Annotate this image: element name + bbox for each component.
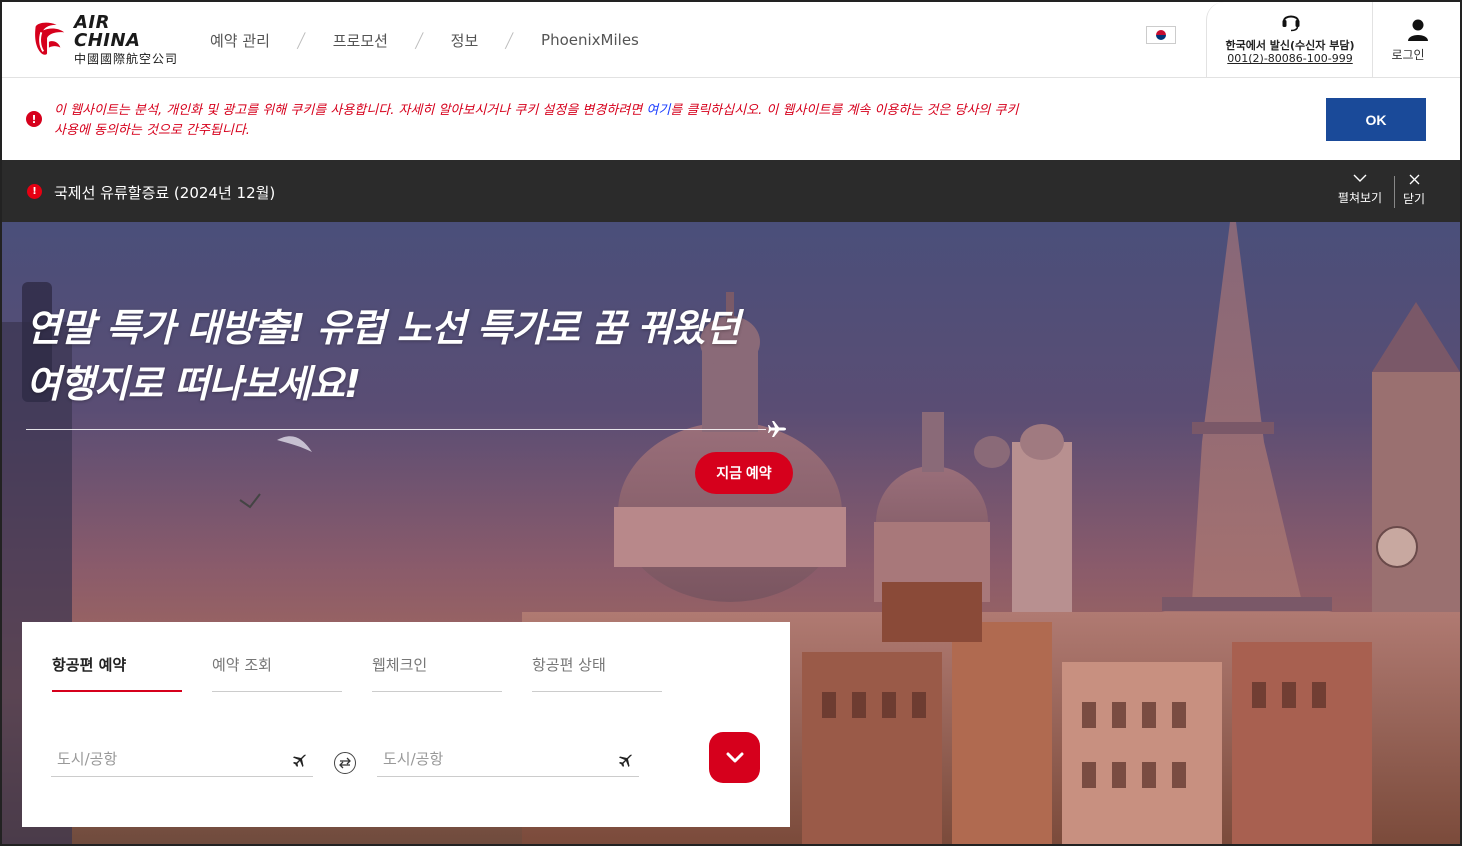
nav-separator: / xyxy=(504,28,516,52)
main-nav: 예약 관리 / 프로모션 / 정보 / PhoenixMiles xyxy=(210,28,639,52)
cookie-banner: ! 이 웹사이트는 분석, 개인화 및 광고를 위해 쿠키를 사용합니다. 자세… xyxy=(2,79,1460,160)
chevron-down-icon xyxy=(1353,174,1367,182)
nav-separator: / xyxy=(413,28,425,52)
expand-search-button[interactable] xyxy=(709,732,760,783)
tab-flight-status[interactable]: 항공편 상태 xyxy=(532,654,662,692)
contact-phone[interactable]: 한국에서 발신(수신자 부담) 001(2)-80086-100-999 xyxy=(1206,2,1372,78)
hero-divider xyxy=(26,429,766,430)
swap-icon xyxy=(339,757,351,769)
phoenix-logo-icon xyxy=(35,22,65,55)
phone-label: 한국에서 발신(수신자 부담) xyxy=(1225,39,1355,52)
destination-input[interactable] xyxy=(383,750,603,768)
logo-english-text: AIR CHINA xyxy=(73,11,141,51)
site-header: AIR CHINA 中國國際航空公司 예약 관리 / 프로모션 / 정보 / P… xyxy=(2,2,1460,78)
logo-chinese-text: 中國國際航空公司 xyxy=(73,51,178,66)
cookie-message: 이 웹사이트는 분석, 개인화 및 광고를 위해 쿠키를 사용합니다. 자세히 … xyxy=(54,103,1019,138)
korea-flag-icon[interactable] xyxy=(1146,26,1176,44)
booking-panel: 항공편 예약 예약 조회 웹체크인 항공편 상태 xyxy=(22,622,790,827)
close-label: 닫기 xyxy=(1402,192,1426,206)
tab-manage-booking[interactable]: 예약 조회 xyxy=(212,654,342,692)
login-label: 로그인 xyxy=(1391,48,1425,62)
departure-plane-icon xyxy=(293,754,306,767)
user-icon xyxy=(1408,19,1428,41)
arrival-plane-icon xyxy=(619,754,632,767)
air-china-logo[interactable]: AIR CHINA 中國國際航空公司 xyxy=(28,11,178,66)
page-frame: AIR CHINA 中國國際航空公司 예약 관리 / 프로모션 / 정보 / P… xyxy=(0,0,1462,846)
tab-web-checkin[interactable]: 웹체크인 xyxy=(372,654,502,692)
destination-field xyxy=(377,742,639,777)
nav-item-info[interactable]: 정보 xyxy=(451,30,479,51)
cookie-settings-link[interactable]: 여기 xyxy=(646,103,670,118)
tab-book-flight[interactable]: 항공편 예약 xyxy=(52,654,182,692)
headset-icon xyxy=(1282,15,1300,32)
notice-text[interactable]: 국제선 유류할증료 (2024년 12월) xyxy=(54,182,275,203)
cookie-ok-button[interactable]: OK xyxy=(1326,98,1426,141)
close-icon xyxy=(1409,174,1419,185)
nav-separator: / xyxy=(295,28,307,52)
close-notice-button[interactable]: 닫기 xyxy=(1400,174,1428,207)
origin-input[interactable] xyxy=(57,750,277,768)
login-button[interactable]: 로그인 xyxy=(1372,2,1460,78)
origin-field xyxy=(51,742,313,777)
chevron-down-icon xyxy=(726,752,743,762)
alert-icon: ! xyxy=(27,184,42,199)
alert-icon: ! xyxy=(26,111,42,127)
plane-icon xyxy=(768,421,786,437)
divider xyxy=(1394,176,1395,208)
phone-number[interactable]: 001(2)-80086-100-999 xyxy=(1207,52,1373,65)
expand-label: 펼쳐보기 xyxy=(1337,191,1383,205)
nav-item-phoenixmiles[interactable]: PhoenixMiles xyxy=(541,31,639,49)
nav-item-promotions[interactable]: 프로모션 xyxy=(333,30,388,51)
book-now-button[interactable]: 지금 예약 xyxy=(695,452,793,494)
hero-headline: 연말 특가 대방출! 유럽 노선 특가로 꿈 꿔왔던 여행지로 떠나보세요! xyxy=(26,306,740,406)
swap-airports-button[interactable] xyxy=(334,752,356,774)
nav-item-manage-booking[interactable]: 예약 관리 xyxy=(210,30,270,51)
expand-notice-button[interactable]: 펼쳐보기 xyxy=(1332,174,1388,206)
notice-bar: ! 국제선 유류할증료 (2024년 12월) 펼쳐보기 닫기 xyxy=(2,160,1460,222)
